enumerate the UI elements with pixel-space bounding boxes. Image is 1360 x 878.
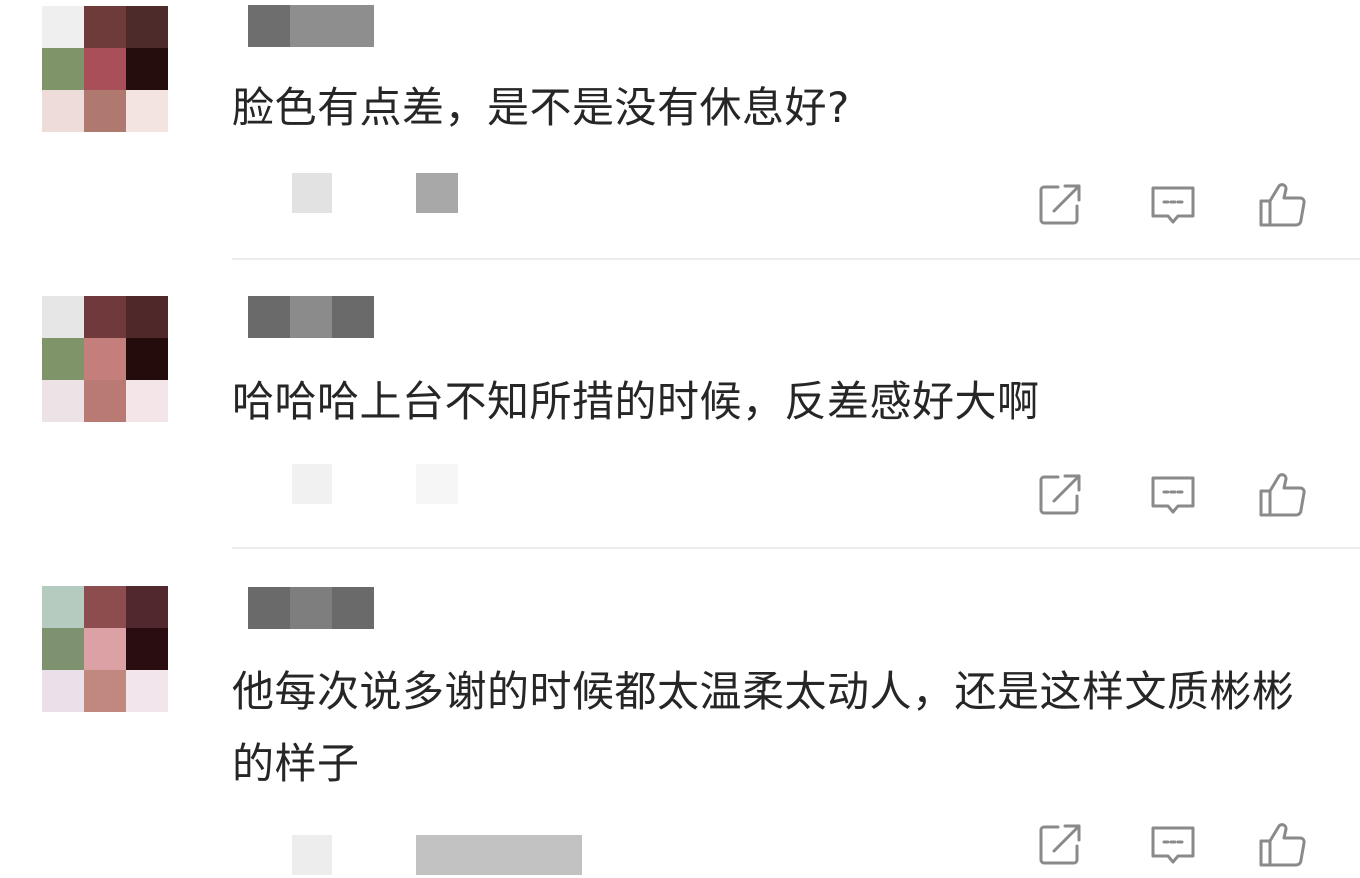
username-pixel [332, 296, 374, 338]
username-pixel [332, 587, 374, 629]
avatar[interactable] [42, 586, 168, 712]
divider [232, 547, 1360, 549]
avatar-pixel [42, 296, 84, 338]
comment-actions [1030, 178, 1320, 232]
username-pixel [248, 296, 290, 338]
meta-block [292, 835, 332, 875]
share-icon [1039, 474, 1081, 515]
avatar-pixel [126, 6, 168, 48]
username-redacted[interactable] [248, 587, 375, 629]
thumbs-up-icon [1259, 473, 1306, 517]
username-pixel [248, 587, 290, 629]
avatar-pixel [84, 380, 126, 422]
username-redacted[interactable] [248, 296, 375, 338]
avatar-pixel [126, 48, 168, 90]
avatar-pixel [42, 586, 84, 628]
meta-block [416, 173, 458, 213]
comment-icon [1151, 826, 1195, 864]
avatar-pixel [84, 628, 126, 670]
meta-block [416, 464, 458, 504]
like-button[interactable] [1256, 178, 1310, 232]
comment-icon [1151, 476, 1195, 514]
avatar-pixel [126, 338, 168, 380]
avatar-pixel [84, 90, 126, 132]
thumbs-up-icon [1259, 823, 1306, 867]
avatar-pixel [126, 628, 168, 670]
divider [232, 258, 1360, 260]
avatar-pixel [84, 670, 126, 712]
avatar-pixel [126, 586, 168, 628]
share-icon [1039, 824, 1081, 865]
avatar-pixel [126, 670, 168, 712]
avatar-pixel [84, 338, 126, 380]
username-pixel [290, 5, 332, 47]
avatar-pixel [84, 296, 126, 338]
reply-button[interactable] [1146, 818, 1200, 872]
avatar-pixel [84, 586, 126, 628]
avatar-pixel [126, 296, 168, 338]
avatar-pixel [42, 90, 84, 132]
username-pixel [332, 5, 374, 47]
share-icon [1039, 184, 1081, 225]
comment-text: 他每次说多谢的时候都太温柔太动人，还是这样文质彬彬的样子 [232, 667, 1295, 788]
like-button[interactable] [1256, 468, 1310, 522]
reply-button[interactable] [1146, 468, 1200, 522]
share-button[interactable] [1034, 468, 1088, 522]
avatar-pixel [126, 90, 168, 132]
username-pixel [290, 587, 332, 629]
like-button[interactable] [1256, 818, 1310, 872]
avatar-pixel [42, 670, 84, 712]
comment-meta-redacted [232, 464, 612, 504]
share-button[interactable] [1034, 818, 1088, 872]
avatar[interactable] [42, 296, 168, 422]
comment-icon [1151, 186, 1195, 224]
avatar-pixel [84, 6, 126, 48]
username-redacted[interactable] [248, 5, 375, 47]
avatar-pixel [42, 48, 84, 90]
comment-text: 哈哈哈上台不知所措的时候，反差感好大啊 [232, 377, 1040, 426]
avatar[interactable] [42, 6, 168, 132]
share-button[interactable] [1034, 178, 1088, 232]
meta-block [416, 835, 582, 875]
comment-meta-redacted [232, 173, 612, 213]
avatar-pixel [42, 628, 84, 670]
avatar-pixel [84, 48, 126, 90]
comment-actions [1030, 468, 1320, 522]
avatar-pixel [126, 380, 168, 422]
username-pixel [248, 5, 290, 47]
comment-text: 脸色有点差，是不是没有休息好? [232, 83, 850, 132]
avatar-pixel [42, 338, 84, 380]
comment-actions [1030, 818, 1320, 872]
username-pixel [290, 296, 332, 338]
meta-block [292, 464, 332, 504]
comment-meta-redacted [232, 835, 612, 875]
avatar-pixel [42, 6, 84, 48]
reply-button[interactable] [1146, 178, 1200, 232]
avatar-pixel [42, 380, 84, 422]
meta-block [292, 173, 332, 213]
thumbs-up-icon [1259, 183, 1306, 227]
